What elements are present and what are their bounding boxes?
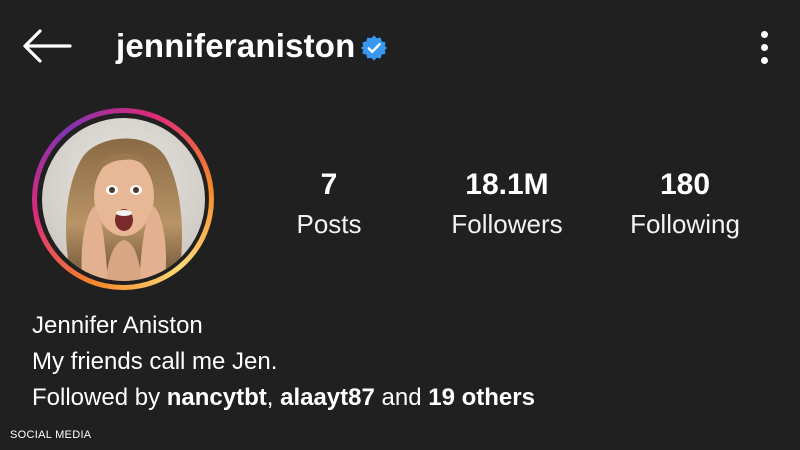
top-bar: jenniferaniston [0, 0, 800, 95]
following-stat[interactable]: 180 Following [600, 168, 770, 240]
full-name: Jennifer Aniston [32, 312, 203, 339]
posts-stat[interactable]: 7 Posts [244, 168, 414, 240]
more-options-button[interactable] [744, 24, 784, 70]
and-text: and [381, 384, 422, 411]
avatar-illustration [41, 117, 205, 281]
arrow-left-icon [23, 29, 72, 63]
follower-separator: , [266, 384, 274, 411]
followed-by-line[interactable]: Followed by nancytbt, alaayt87 and 19 ot… [32, 380, 772, 416]
profile-username: jenniferaniston [116, 27, 356, 64]
following-label: Following [630, 209, 740, 239]
following-count: 180 [659, 168, 711, 201]
follower-link-2[interactable]: alaayt87 [280, 384, 375, 411]
profile-bio: Jennifer Aniston My friends call me Jen.… [32, 308, 772, 416]
bio-text: My friends call me Jen. [32, 348, 278, 375]
profile-screen: jenniferaniston 7 Posts 18.1M Followers … [0, 0, 800, 450]
followers-stat[interactable]: 18.1M Followers [422, 168, 592, 240]
posts-count: 7 [320, 168, 338, 201]
followers-count: 18.1M [465, 168, 549, 201]
followers-label: Followers [451, 209, 563, 239]
followed-by-prefix: Followed by [32, 384, 161, 411]
profile-photo [41, 117, 205, 281]
more-vertical-icon [760, 30, 768, 38]
watermark: SOCIAL MEDIA [10, 429, 92, 441]
story-ring[interactable] [32, 108, 214, 290]
posts-label: Posts [296, 209, 362, 239]
others-link[interactable]: 19 others [428, 384, 535, 411]
follower-link-1[interactable]: nancytbt [167, 384, 267, 411]
back-button[interactable] [18, 24, 74, 68]
verified-badge-icon [360, 35, 388, 61]
